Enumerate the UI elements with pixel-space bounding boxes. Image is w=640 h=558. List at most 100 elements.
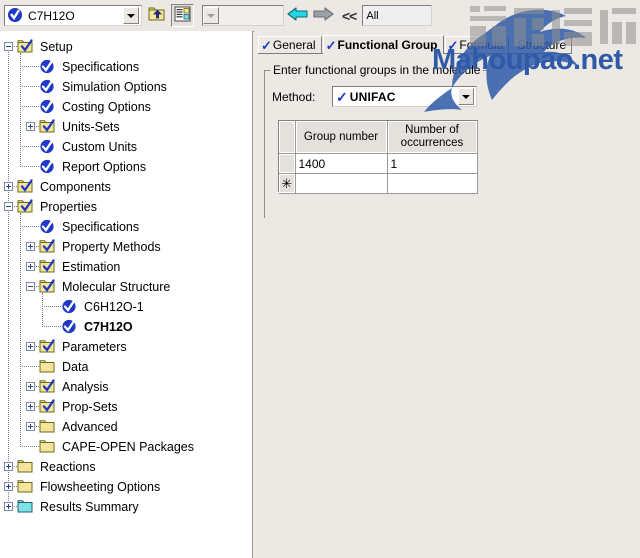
expand-icon[interactable]	[4, 182, 13, 191]
tree-item-label: Report Options	[62, 160, 147, 174]
cell-group-number[interactable]	[295, 173, 388, 194]
tree-item-cape-open-packages[interactable]: CAPE-OPEN Packages	[0, 437, 252, 457]
main-content-panel: ✓ General ✓ Functional Group ✓ Formula Structu…	[254, 31, 640, 558]
expand-icon[interactable]	[26, 422, 35, 431]
folder-up-icon	[148, 6, 166, 25]
tree-item-setup[interactable]: Setup	[0, 37, 252, 57]
row-header[interactable]	[279, 153, 296, 174]
tree-item-label: Analysis	[62, 380, 109, 394]
folder-checked-icon	[17, 179, 34, 194]
expand-icon[interactable]	[26, 342, 35, 351]
tree-item-components[interactable]: Components	[0, 177, 252, 197]
object-selector-combo[interactable]: C7H12O	[4, 5, 142, 26]
folder-checked-icon	[39, 259, 56, 274]
properties-list-button[interactable]	[171, 4, 194, 27]
tab-functional-group[interactable]: ✓ Functional Group	[322, 35, 444, 54]
tree-item-label: C7H12O	[84, 320, 133, 334]
tree-item-label: Specifications	[62, 60, 140, 74]
grid-corner-cell	[279, 121, 296, 154]
chevron-down-icon[interactable]	[203, 7, 219, 24]
tree-item-label: Molecular Structure	[62, 280, 171, 294]
tree-item-properties[interactable]: Properties	[0, 197, 252, 217]
tree-connector	[36, 266, 39, 268]
check-icon: ✓	[261, 37, 272, 53]
tree-item-property-methods[interactable]: Property Methods	[0, 237, 252, 257]
folder-checked-icon	[39, 399, 56, 414]
tree-item-flowsheeting-options[interactable]: Flowsheeting Options	[0, 477, 252, 497]
tree-item-c7h12o[interactable]: C7H12O	[0, 317, 252, 337]
collapse-icon[interactable]	[26, 282, 35, 291]
tree-item-advanced[interactable]: Advanced	[0, 417, 252, 437]
secondary-selector-combo[interactable]	[202, 5, 284, 26]
tree-item-specifications[interactable]: Specifications	[0, 217, 252, 237]
tree-item-report-options[interactable]: Report Options	[0, 157, 252, 177]
blue-check-icon	[39, 219, 56, 234]
method-value: UNIFAC	[349, 89, 396, 104]
collapse-icon[interactable]	[4, 202, 13, 211]
tree-item-estimation[interactable]: Estimation	[0, 257, 252, 277]
expand-icon[interactable]	[4, 462, 13, 471]
folder-icon	[17, 459, 34, 474]
forward-button[interactable]	[310, 4, 336, 27]
folder-checked-icon	[39, 119, 56, 134]
functional-groups-grid[interactable]: Group number Number of occurrences 1400 1…	[278, 120, 478, 194]
tree-item-units-sets[interactable]: Units-Sets	[0, 117, 252, 137]
tree-item-specifications[interactable]: Specifications	[0, 57, 252, 77]
chevron-down-icon[interactable]	[123, 7, 139, 24]
expand-icon[interactable]	[4, 502, 13, 511]
collapse-button[interactable]: <<	[342, 8, 357, 24]
tab-structure[interactable]: Structure	[510, 36, 573, 54]
back-button[interactable]	[284, 4, 310, 27]
tab-general[interactable]: ✓ General	[258, 36, 322, 54]
tree-item-data[interactable]: Data	[0, 357, 252, 377]
expand-icon[interactable]	[26, 242, 35, 251]
tree-connector	[22, 106, 39, 108]
tree-connector	[22, 446, 39, 448]
tree-item-c6h12o-1[interactable]: C6H12O-1	[0, 297, 252, 317]
expand-icon[interactable]	[26, 382, 35, 391]
expand-icon[interactable]	[26, 402, 35, 411]
expand-icon[interactable]	[26, 122, 35, 131]
new-row-marker[interactable]: ✳	[279, 173, 296, 194]
tab-strip: ✓ General ✓ Functional Group ✓ Formula Structu…	[258, 35, 573, 54]
cell-group-number[interactable]: 1400	[295, 153, 388, 174]
tab-label: Structure	[517, 38, 567, 52]
grid-header-group-number[interactable]: Group number	[295, 121, 388, 154]
grid-header-occurrences[interactable]: Number of occurrences	[387, 121, 478, 154]
tree-item-results-summary[interactable]: Results Summary	[0, 497, 252, 517]
grid-row[interactable]: ✳	[279, 173, 478, 194]
tree-item-reactions[interactable]: Reactions	[0, 457, 252, 477]
tree-connector	[22, 366, 39, 368]
filter-combo[interactable]: All	[362, 5, 433, 26]
tree-item-custom-units[interactable]: Custom Units	[0, 137, 252, 157]
expand-icon[interactable]	[4, 482, 13, 491]
tree-item-label: C6H12O-1	[84, 300, 144, 314]
toolbar: C7H12O << All	[0, 0, 640, 32]
folder-icon	[39, 359, 56, 374]
tab-formula[interactable]: ✓ Formula	[444, 36, 510, 54]
tree-item-parameters[interactable]: Parameters	[0, 337, 252, 357]
tree-item-molecular-structure[interactable]: Molecular Structure	[0, 277, 252, 297]
tree-item-label: Advanced	[62, 420, 118, 434]
blue-check-icon	[8, 8, 23, 23]
cell-occurrences[interactable]	[387, 173, 478, 194]
tree-item-costing-options[interactable]: Costing Options	[0, 97, 252, 117]
tree-connector	[22, 226, 39, 228]
grid-row[interactable]: 1400 1	[279, 153, 478, 174]
tree-item-simulation-options[interactable]: Simulation Options	[0, 77, 252, 97]
up-one-level-button[interactable]	[145, 4, 168, 27]
blue-check-icon	[39, 159, 56, 174]
tree-item-label: Parameters	[62, 340, 127, 354]
groupbox-title: Enter functional groups in the molecule	[270, 63, 484, 77]
tree-item-prop-sets[interactable]: Prop-Sets	[0, 397, 252, 417]
expand-icon[interactable]	[26, 262, 35, 271]
tree-item-analysis[interactable]: Analysis	[0, 377, 252, 397]
chevron-down-icon[interactable]	[458, 88, 474, 105]
tree-item-label: CAPE-OPEN Packages	[62, 440, 194, 454]
collapse-icon[interactable]	[4, 42, 13, 51]
cell-occurrences[interactable]: 1	[387, 153, 478, 174]
tree-connector	[36, 386, 39, 388]
method-label: Method:	[272, 90, 316, 104]
method-combo[interactable]: ✓ UNIFAC	[332, 86, 477, 107]
navigation-tree[interactable]: Setup Specifications Simulation Options Cos…	[0, 31, 253, 558]
